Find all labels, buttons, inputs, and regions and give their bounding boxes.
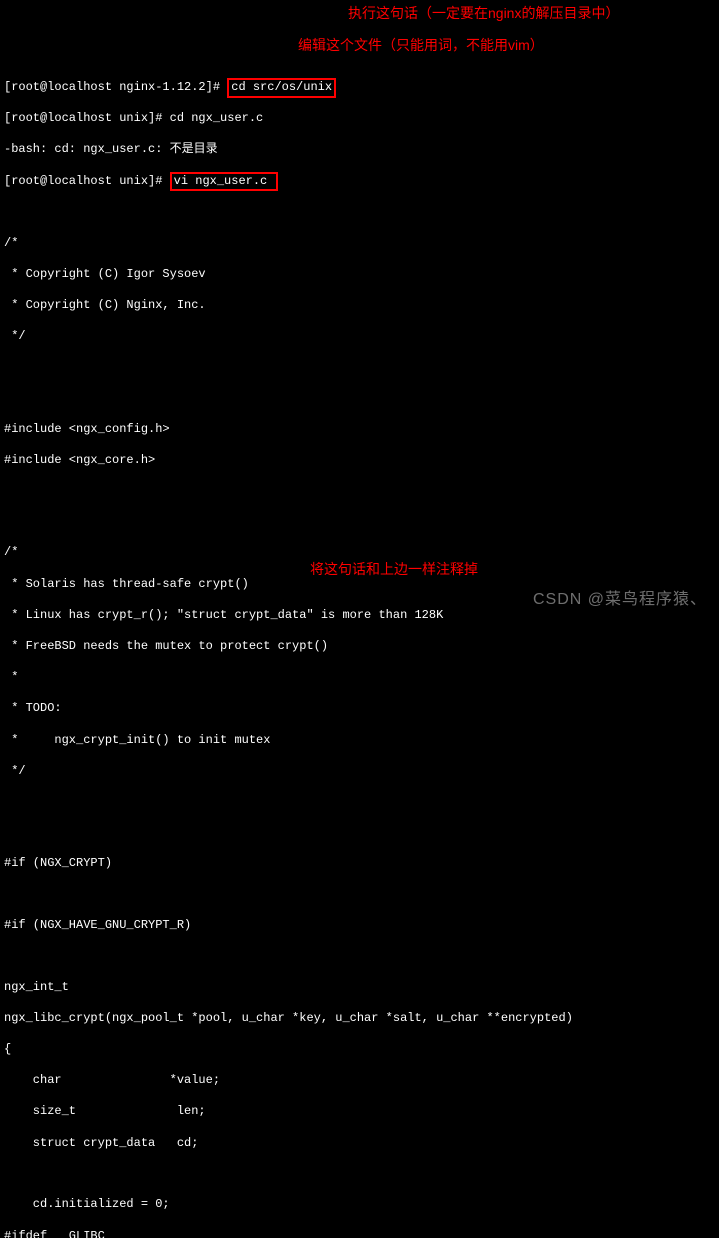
code-line: #if (NGX_CRYPT) — [4, 856, 715, 872]
code-line: char *value; — [4, 1073, 715, 1089]
code-line: */ — [4, 329, 715, 345]
code-line — [4, 484, 715, 499]
code-line: * ngx_crypt_init() to init mutex — [4, 733, 715, 749]
watermark: CSDN @菜鸟程序猿、 — [533, 590, 707, 611]
code-line: ngx_int_t — [4, 980, 715, 996]
code-line — [4, 949, 715, 964]
shell-line: -bash: cd: ngx_user.c: 不是目录 — [4, 142, 715, 158]
highlighted-command-2: vi ngx_user.c — [170, 172, 279, 192]
shell-line: [root@localhost unix]# cd ngx_user.c — [4, 111, 715, 127]
code-line — [4, 391, 715, 406]
code-line: struct crypt_data cd; — [4, 1136, 715, 1152]
shell-line: [root@localhost nginx-1.12.2]# cd src/os… — [4, 80, 715, 96]
prompt-text: [root@localhost nginx-1.12.2]# — [4, 80, 227, 94]
code-line: /* — [4, 545, 715, 561]
code-line: * Copyright (C) Nginx, Inc. — [4, 298, 715, 314]
code-line — [4, 887, 715, 902]
annotation-3: 将这句话和上边一样注释掉 — [310, 560, 478, 578]
code-line: * TODO: — [4, 701, 715, 717]
code-line: #if (NGX_HAVE_GNU_CRYPT_R) — [4, 918, 715, 934]
code-line — [4, 795, 715, 810]
code-line: * Copyright (C) Igor Sysoev — [4, 267, 715, 283]
code-line: * — [4, 670, 715, 686]
prompt-text: [root@localhost unix]# — [4, 174, 170, 188]
code-line: { — [4, 1042, 715, 1058]
code-line: #include <ngx_core.h> — [4, 453, 715, 469]
code-line — [4, 361, 715, 376]
code-line: ngx_libc_crypt(ngx_pool_t *pool, u_char … — [4, 1011, 715, 1027]
blank-line — [4, 205, 715, 221]
code-line: * FreeBSD needs the mutex to protect cry… — [4, 639, 715, 655]
code-line — [4, 515, 715, 530]
code-line — [4, 1167, 715, 1182]
code-line — [4, 826, 715, 841]
code-line: */ — [4, 764, 715, 780]
code-line: /* — [4, 236, 715, 252]
code-line: cd.initialized = 0; — [4, 1197, 715, 1213]
annotation-1: 执行这句话（一定要在nginx的解压目录中） — [348, 4, 619, 22]
annotation-2: 编辑这个文件（只能用词，不能用vim） — [298, 36, 544, 54]
terminal-output: [root@localhost nginx-1.12.2]# cd src/os… — [0, 62, 719, 1238]
code-line: #ifdef __GLIBC__ — [4, 1229, 715, 1238]
highlighted-command-1: cd src/os/unix — [227, 78, 336, 98]
code-line: #include <ngx_config.h> — [4, 422, 715, 438]
shell-line: [root@localhost unix]# vi ngx_user.c — [4, 174, 715, 190]
code-line: size_t len; — [4, 1104, 715, 1120]
